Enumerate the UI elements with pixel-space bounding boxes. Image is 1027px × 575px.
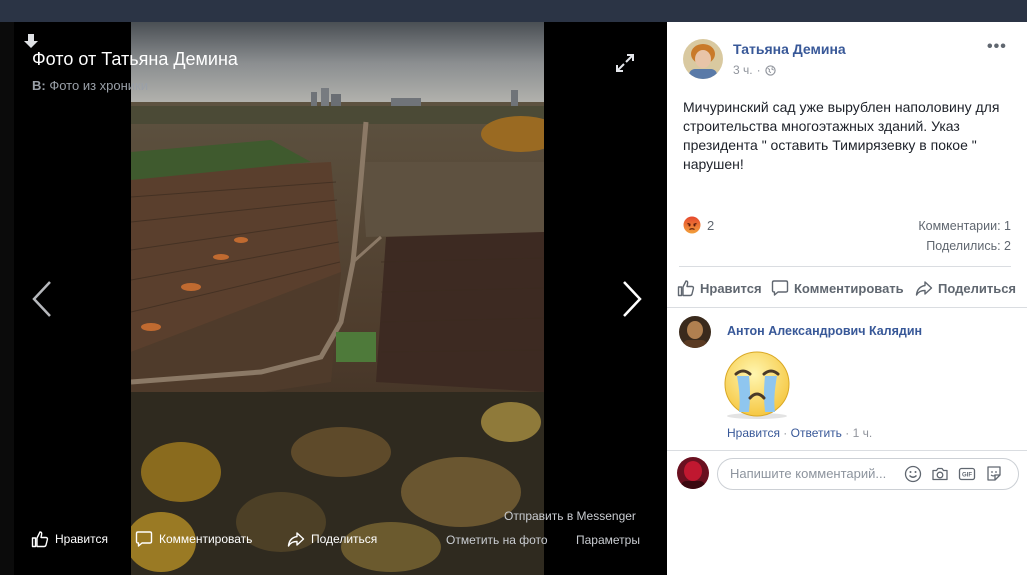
comment-input[interactable] (730, 466, 900, 481)
subtitle-prefix: В: (32, 78, 46, 93)
photo-viewer: Фото от Татьяна Демина В: Фото из хроник… (14, 22, 667, 575)
post-time[interactable]: 3 ч. (733, 63, 753, 77)
emoji-icon[interactable] (904, 465, 922, 483)
post-share-label: Поделиться (938, 280, 1017, 296)
comment-author[interactable]: Антон Александрович Калядин (727, 324, 922, 338)
comment-actions: Нравится · Ответить · 1 ч. (727, 426, 873, 440)
post-panel: Татьяна Демина 3 ч. · ••• Мичуринский са… (667, 22, 1027, 575)
post-share-button[interactable]: Поделиться (915, 279, 1016, 297)
divider (667, 450, 1027, 451)
reactions-summary[interactable]: 2 (683, 216, 714, 234)
expand-icon[interactable] (614, 52, 636, 79)
post-like-label: Нравится (700, 280, 762, 296)
viewer-like-button[interactable]: Нравится (31, 530, 108, 548)
thumbs-up-icon (677, 280, 695, 297)
comment-icon (135, 531, 153, 547)
previous-photo-arrow-icon[interactable] (30, 280, 54, 323)
comment-reply-link[interactable]: Ответить (791, 426, 842, 440)
share-icon (287, 532, 305, 547)
author-avatar[interactable] (683, 39, 723, 79)
viewer-share-button[interactable]: Поделиться (287, 530, 377, 548)
angry-reaction-icon (683, 216, 701, 234)
gif-icon[interactable]: GIF (958, 465, 976, 483)
camera-icon[interactable] (931, 465, 949, 483)
photo-image (131, 22, 544, 575)
thumbs-up-icon (31, 531, 49, 548)
options-link[interactable]: Параметры (576, 533, 640, 547)
commenter-avatar[interactable] (679, 316, 711, 348)
album-link[interactable]: Фото из хроники (49, 78, 148, 93)
shares-count[interactable]: Поделились: 2 (926, 239, 1011, 253)
post-text: Мичуринский сад уже вырублен наполовину … (683, 99, 1000, 172)
send-messenger-link[interactable]: Отправить в Messenger (504, 509, 636, 523)
post-meta: 3 ч. · (733, 63, 776, 77)
viewer-subtitle: В: Фото из хроники (32, 78, 148, 93)
viewer-title: Фото от Татьяна Демина (32, 49, 238, 69)
public-globe-icon (764, 64, 776, 76)
more-options-icon[interactable]: ••• (987, 38, 1007, 56)
svg-text:GIF: GIF (962, 473, 972, 479)
comment-composer[interactable]: GIF (717, 458, 1019, 490)
comment-like-link[interactable]: Нравится (727, 426, 780, 440)
post-like-button[interactable]: Нравится (677, 279, 762, 297)
composer-icons: GIF (904, 465, 1003, 483)
tag-photo-link[interactable]: Отметить на фото (446, 533, 548, 547)
next-photo-arrow-icon[interactable] (620, 280, 644, 323)
comment-icon (771, 280, 789, 296)
comment-time[interactable]: 1 ч. (853, 426, 873, 440)
post-comment-label: Комментировать (794, 280, 904, 296)
background-page-header (0, 0, 1027, 22)
divider (679, 266, 1011, 267)
photo (131, 22, 544, 575)
viewer-like-label: Нравится (55, 532, 108, 546)
crying-sticker (719, 348, 795, 425)
viewer-comment-button[interactable]: Комментировать (135, 530, 252, 548)
divider (667, 307, 1027, 308)
reaction-count: 2 (707, 217, 715, 233)
current-user-avatar (677, 457, 709, 489)
post-comment-button[interactable]: Комментировать (771, 279, 904, 297)
comments-count[interactable]: Комментарии: 1 (918, 219, 1011, 233)
viewer-share-label: Поделиться (311, 532, 378, 546)
post-author[interactable]: Татьяна Демина (733, 41, 846, 57)
share-icon (915, 281, 933, 296)
sticker-icon[interactable] (985, 465, 1003, 483)
viewer-comment-label: Комментировать (159, 532, 253, 546)
